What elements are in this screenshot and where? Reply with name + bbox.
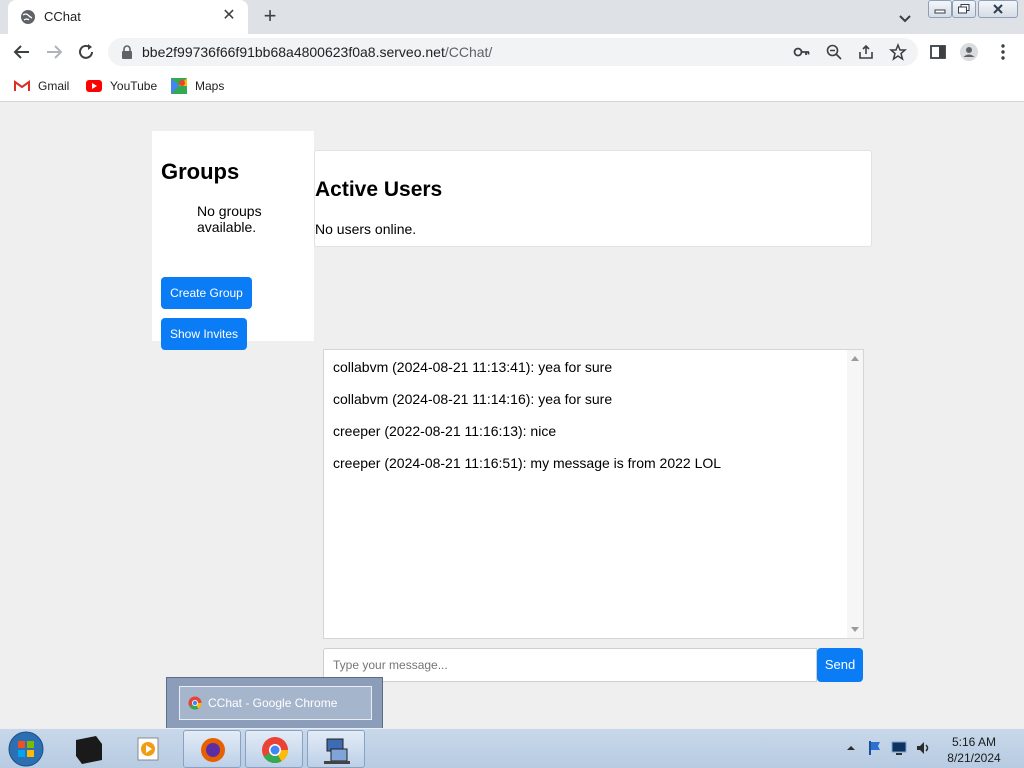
scroll-down-arrow-icon[interactable] — [851, 627, 859, 632]
chrome-icon — [188, 696, 202, 710]
page-viewport: Groups No groups available. Create Group… — [0, 103, 1024, 728]
send-button[interactable]: Send — [817, 648, 863, 682]
url-path: /CChat/ — [444, 44, 493, 60]
scroll-up-arrow-icon[interactable] — [851, 356, 859, 361]
bookmark-label: Gmail — [38, 79, 70, 93]
active-users-panel: Active Users No users online. — [314, 150, 872, 247]
taskbar-media-app[interactable] — [121, 730, 179, 768]
volume-icon[interactable] — [914, 739, 932, 757]
groups-heading: Groups — [161, 159, 240, 184]
restore-button[interactable] — [952, 0, 976, 18]
chrome-icon — [262, 737, 289, 764]
zoom-out-icon[interactable] — [825, 43, 843, 61]
forward-arrow-icon[interactable] — [42, 40, 66, 64]
youtube-icon — [86, 80, 102, 92]
show-invites-button[interactable]: Show Invites — [161, 318, 247, 350]
restore-icon — [958, 4, 970, 14]
message-scrollbar[interactable] — [847, 350, 863, 638]
message-list[interactable]: collabvm (2024-08-21 11:13:41): yea for … — [323, 349, 864, 639]
share-icon[interactable] — [857, 43, 875, 61]
media-player-icon — [137, 737, 159, 761]
globe-icon — [21, 10, 35, 24]
close-window-button[interactable] — [978, 0, 1018, 18]
lock-icon[interactable] — [120, 44, 134, 60]
bookmark-star-icon[interactable] — [889, 43, 907, 61]
message-item: collabvm (2024-08-21 11:14:16): yea for … — [333, 391, 613, 407]
firefox-icon — [201, 738, 225, 762]
reload-icon[interactable] — [74, 40, 98, 64]
url-host: bbe2f99736f66f91bb68a4800623f0a8.serveo.… — [142, 44, 445, 60]
bookmark-label: YouTube — [110, 79, 158, 93]
action-center-flag-icon[interactable] — [866, 739, 884, 757]
browser-toolbar: bbe2f99736f66f91bb68a4800623f0a8.serveo.… — [0, 34, 1024, 70]
maps-icon — [171, 78, 187, 94]
bookmark-label: Maps — [195, 79, 225, 93]
taskbar-preview: CChat - Google Chrome — [166, 677, 383, 729]
preview-title: CChat - Google Chrome — [208, 696, 338, 710]
bookmark-maps[interactable]: Maps — [171, 76, 224, 96]
back-arrow-icon[interactable] — [10, 40, 34, 64]
system-clock[interactable]: 5:16 AM 8/21/2024 — [942, 734, 1006, 766]
close-tab-icon[interactable]: ✕ — [220, 7, 238, 25]
side-panel-icon[interactable] — [928, 42, 948, 62]
network-computer-icon — [324, 738, 350, 764]
chevron-down-icon[interactable] — [895, 8, 915, 28]
preview-window-item[interactable]: CChat - Google Chrome — [179, 686, 372, 720]
clock-date: 8/21/2024 — [947, 751, 1001, 765]
windows-taskbar: 5:16 AM 8/21/2024 — [0, 728, 1024, 768]
taskbar-chrome-app[interactable] — [245, 730, 303, 768]
close-window-icon — [993, 4, 1003, 14]
start-orb-icon[interactable] — [6, 730, 46, 768]
minimize-button[interactable] — [928, 0, 952, 18]
taskbar-network-app[interactable] — [307, 730, 365, 768]
minimize-icon — [934, 9, 946, 14]
browser-tab[interactable]: CChat ✕ — [8, 0, 248, 34]
new-tab-icon[interactable]: + — [258, 5, 282, 29]
tab-strip: CChat ✕ + — [0, 0, 1024, 34]
bookmark-youtube[interactable]: YouTube — [86, 76, 157, 96]
profile-avatar-icon[interactable] — [959, 42, 979, 62]
message-item: creeper (2022-08-21 11:16:13): nice — [333, 423, 557, 439]
address-bar[interactable]: bbe2f99736f66f91bb68a4800623f0a8.serveo.… — [108, 38, 918, 66]
message-input[interactable] — [323, 648, 817, 682]
no-groups-text: No groups available. — [197, 203, 262, 235]
taskbar-cmd-app[interactable] — [60, 730, 118, 768]
terminal-icon — [76, 736, 102, 764]
show-hidden-icons-icon[interactable] — [842, 739, 860, 757]
bookmark-gmail[interactable]: Gmail — [14, 76, 69, 96]
message-item: creeper (2024-08-21 11:16:51): my messag… — [333, 455, 722, 471]
clock-time: 5:16 AM — [951, 735, 997, 749]
url-text: bbe2f99736f66f91bb68a4800623f0a8.serveo.… — [142, 44, 492, 60]
users-status-text: No users online. — [315, 221, 417, 237]
tab-title: CChat — [44, 9, 81, 24]
active-users-heading: Active Users — [315, 178, 443, 201]
menu-kebab-icon[interactable] — [993, 42, 1013, 62]
bookmarks-bar: Gmail YouTube Maps — [0, 70, 1024, 102]
key-icon[interactable] — [793, 43, 811, 61]
create-group-button[interactable]: Create Group — [161, 277, 252, 309]
gmail-icon — [14, 80, 30, 91]
message-item: collabvm (2024-08-21 11:13:41): yea for … — [333, 359, 613, 375]
taskbar-firefox-app[interactable] — [183, 730, 241, 768]
network-tray-icon[interactable] — [890, 739, 908, 757]
groups-panel: Groups No groups available. Create Group… — [152, 131, 314, 350]
